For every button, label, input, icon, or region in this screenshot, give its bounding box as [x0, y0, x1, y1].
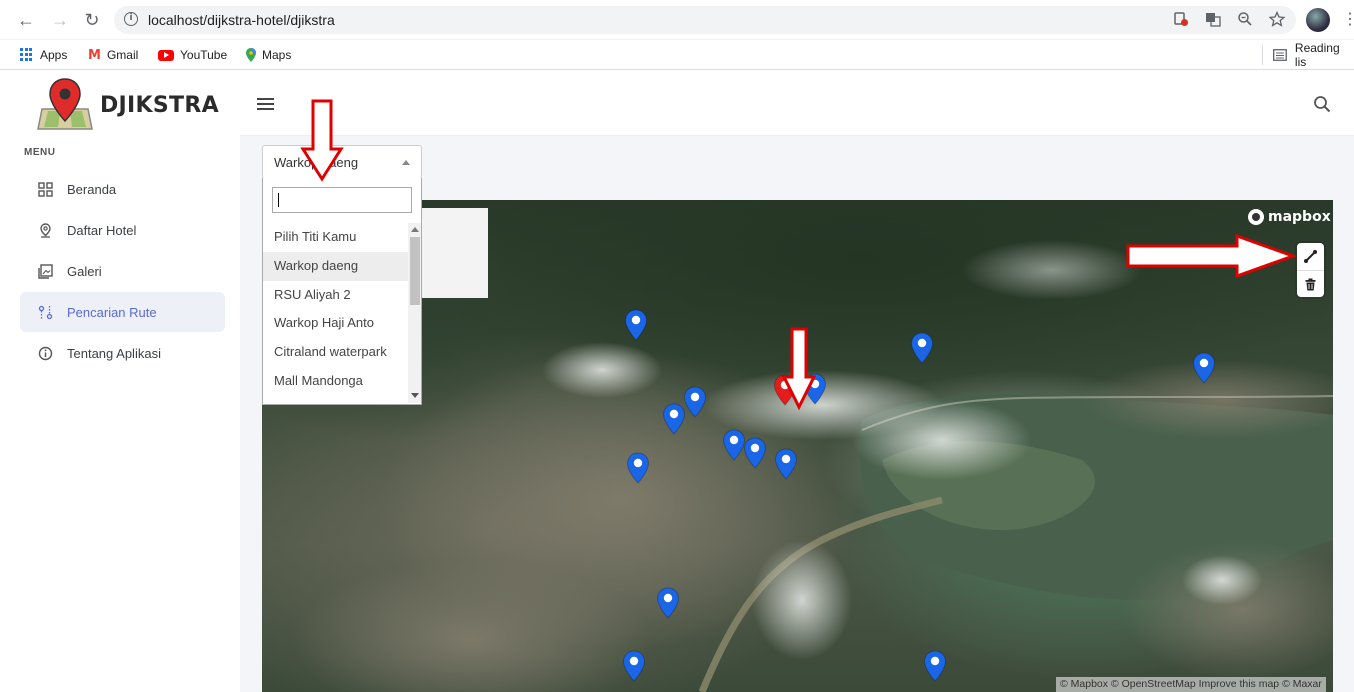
forward-arrow-icon[interactable]: →	[48, 8, 72, 32]
dropdown-option[interactable]: RSU Aliyah 2	[263, 281, 408, 310]
dropdown-option[interactable]: Pilih Titi Kamu	[263, 223, 408, 252]
location-marker[interactable]	[683, 386, 707, 418]
back-arrow-icon[interactable]: ←	[14, 8, 38, 32]
reload-icon[interactable]: ↻	[80, 8, 104, 32]
bookmark-maps[interactable]: Maps	[246, 45, 291, 65]
sidebar-item-galeri[interactable]: Galeri	[20, 251, 225, 291]
chevron-up-icon	[402, 160, 410, 165]
translate-icon[interactable]	[1204, 11, 1222, 29]
location-marker[interactable]	[622, 650, 646, 682]
reading-list-label: Reading lis	[1294, 41, 1340, 69]
apps-grid-icon	[20, 48, 34, 62]
bookmark-star-icon[interactable]	[1268, 10, 1286, 29]
search-icon[interactable]	[1313, 95, 1331, 113]
sidebar-item-daftar-hotel[interactable]: Daftar Hotel	[20, 210, 225, 250]
bookmark-label: Maps	[262, 48, 292, 62]
address-bar[interactable]: i localhost/dijkstra-hotel/djikstra	[114, 6, 1296, 34]
sidebar-item-beranda[interactable]: Beranda	[20, 169, 225, 209]
map-tile-blank	[412, 208, 488, 298]
top-navbar	[240, 71, 1354, 135]
dropdown-option[interactable]: Mall Mandonga	[263, 367, 408, 396]
sidebar-item-pencarian-rute[interactable]: Pencarian Rute	[20, 292, 225, 332]
bookmark-youtube[interactable]: YouTube	[158, 45, 227, 65]
maps-pin-icon	[246, 48, 256, 62]
browser-menu-icon[interactable]: ⋮	[1342, 8, 1354, 32]
browser-toolbar: ← → ↻ i localhost/dijkstra-hotel/djikstr…	[0, 0, 1354, 40]
line-draw-button[interactable]	[1297, 243, 1324, 270]
address-url[interactable]: localhost/dijkstra-hotel/djikstra	[148, 12, 335, 28]
reading-list-icon	[1273, 49, 1287, 61]
annotation-arrow-down-icon	[782, 327, 816, 411]
select-dropdown: Pilih Titi Kamu Warkop daeng RSU Aliyah …	[262, 178, 422, 405]
location-marker[interactable]	[626, 452, 650, 484]
menu-heading: MENU	[24, 147, 56, 158]
dropdown-option-selected[interactable]: Warkop daeng	[263, 251, 408, 281]
location-marker[interactable]	[1192, 352, 1216, 384]
blocked-popup-icon[interactable]	[1172, 11, 1190, 29]
bookmark-apps[interactable]: Apps	[20, 45, 67, 65]
site-info-icon[interactable]: i	[124, 12, 138, 26]
trash-icon	[1305, 278, 1316, 291]
hamburger-menu-icon[interactable]	[257, 98, 274, 110]
location-marker[interactable]	[624, 309, 648, 341]
bookmark-label: Apps	[40, 48, 68, 62]
grid-icon	[38, 181, 53, 197]
info-icon	[38, 346, 53, 361]
dropdown-search-input[interactable]	[272, 187, 412, 213]
scrollbar-thumb[interactable]	[410, 237, 420, 305]
trash-button[interactable]	[1297, 270, 1324, 297]
sidebar-item-label: Tentang Aplikasi	[67, 345, 161, 361]
bookmark-gmail[interactable]: M Gmail	[88, 45, 138, 65]
map-logo-icon	[34, 77, 96, 133]
sidebar-item-label: Daftar Hotel	[67, 222, 137, 238]
line-draw-icon	[1304, 250, 1317, 263]
youtube-icon	[158, 49, 174, 61]
annotation-arrow-down-icon	[300, 99, 344, 182]
location-marker[interactable]	[923, 650, 947, 682]
location-marker[interactable]	[910, 332, 934, 364]
dropdown-scrollbar[interactable]	[408, 223, 421, 403]
mapbox-logo-icon	[1248, 209, 1264, 225]
bookmarks-bar: Apps M Gmail YouTube Maps Reading lis	[0, 40, 1354, 70]
dropdown-option[interactable]: Citraland waterpark	[263, 338, 408, 367]
reading-list-button[interactable]: Reading lis	[1262, 41, 1354, 69]
mapbox-logo-text: mapbox	[1268, 209, 1331, 225]
scroll-up-icon[interactable]	[411, 227, 419, 232]
app-root: DJIKSTRA MENU Beranda Daftar Hotel Galer…	[0, 71, 1354, 692]
bookmark-label: Gmail	[106, 48, 139, 62]
sidebar-item-tentang-aplikasi[interactable]: Tentang Aplikasi	[20, 333, 225, 373]
location-marker[interactable]	[662, 403, 686, 435]
brand-title: DJIKSTRA	[100, 93, 219, 118]
sidebar-item-label: Beranda	[67, 181, 117, 197]
gallery-icon	[38, 263, 53, 279]
location-pin-icon	[38, 222, 53, 238]
annotation-arrow-right-icon	[1126, 234, 1297, 278]
map-attribution[interactable]: © Mapbox © OpenStreetMap Improve this ma…	[1056, 677, 1326, 692]
draw-controls	[1297, 243, 1324, 297]
scroll-down-icon[interactable]	[411, 393, 419, 398]
sidebar-item-label: Galeri	[67, 263, 102, 279]
profile-avatar[interactable]	[1306, 8, 1330, 32]
gmail-icon: M	[88, 47, 101, 63]
text-caret	[278, 193, 279, 207]
zoom-icon[interactable]	[1236, 11, 1254, 29]
dropdown-option[interactable]: Warkop Haji Anto	[263, 309, 408, 338]
location-marker[interactable]	[743, 437, 767, 469]
dropdown-options: Pilih Titi Kamu Warkop daeng RSU Aliyah …	[263, 223, 408, 403]
bookmark-label: YouTube	[180, 48, 228, 62]
route-icon	[38, 305, 53, 320]
location-marker[interactable]	[656, 587, 680, 619]
location-marker[interactable]	[774, 448, 798, 480]
sidebar: DJIKSTRA MENU Beranda Daftar Hotel Galer…	[0, 71, 240, 692]
mapbox-logo[interactable]: mapbox	[1248, 209, 1331, 225]
sidebar-item-label: Pencarian Rute	[67, 304, 157, 320]
